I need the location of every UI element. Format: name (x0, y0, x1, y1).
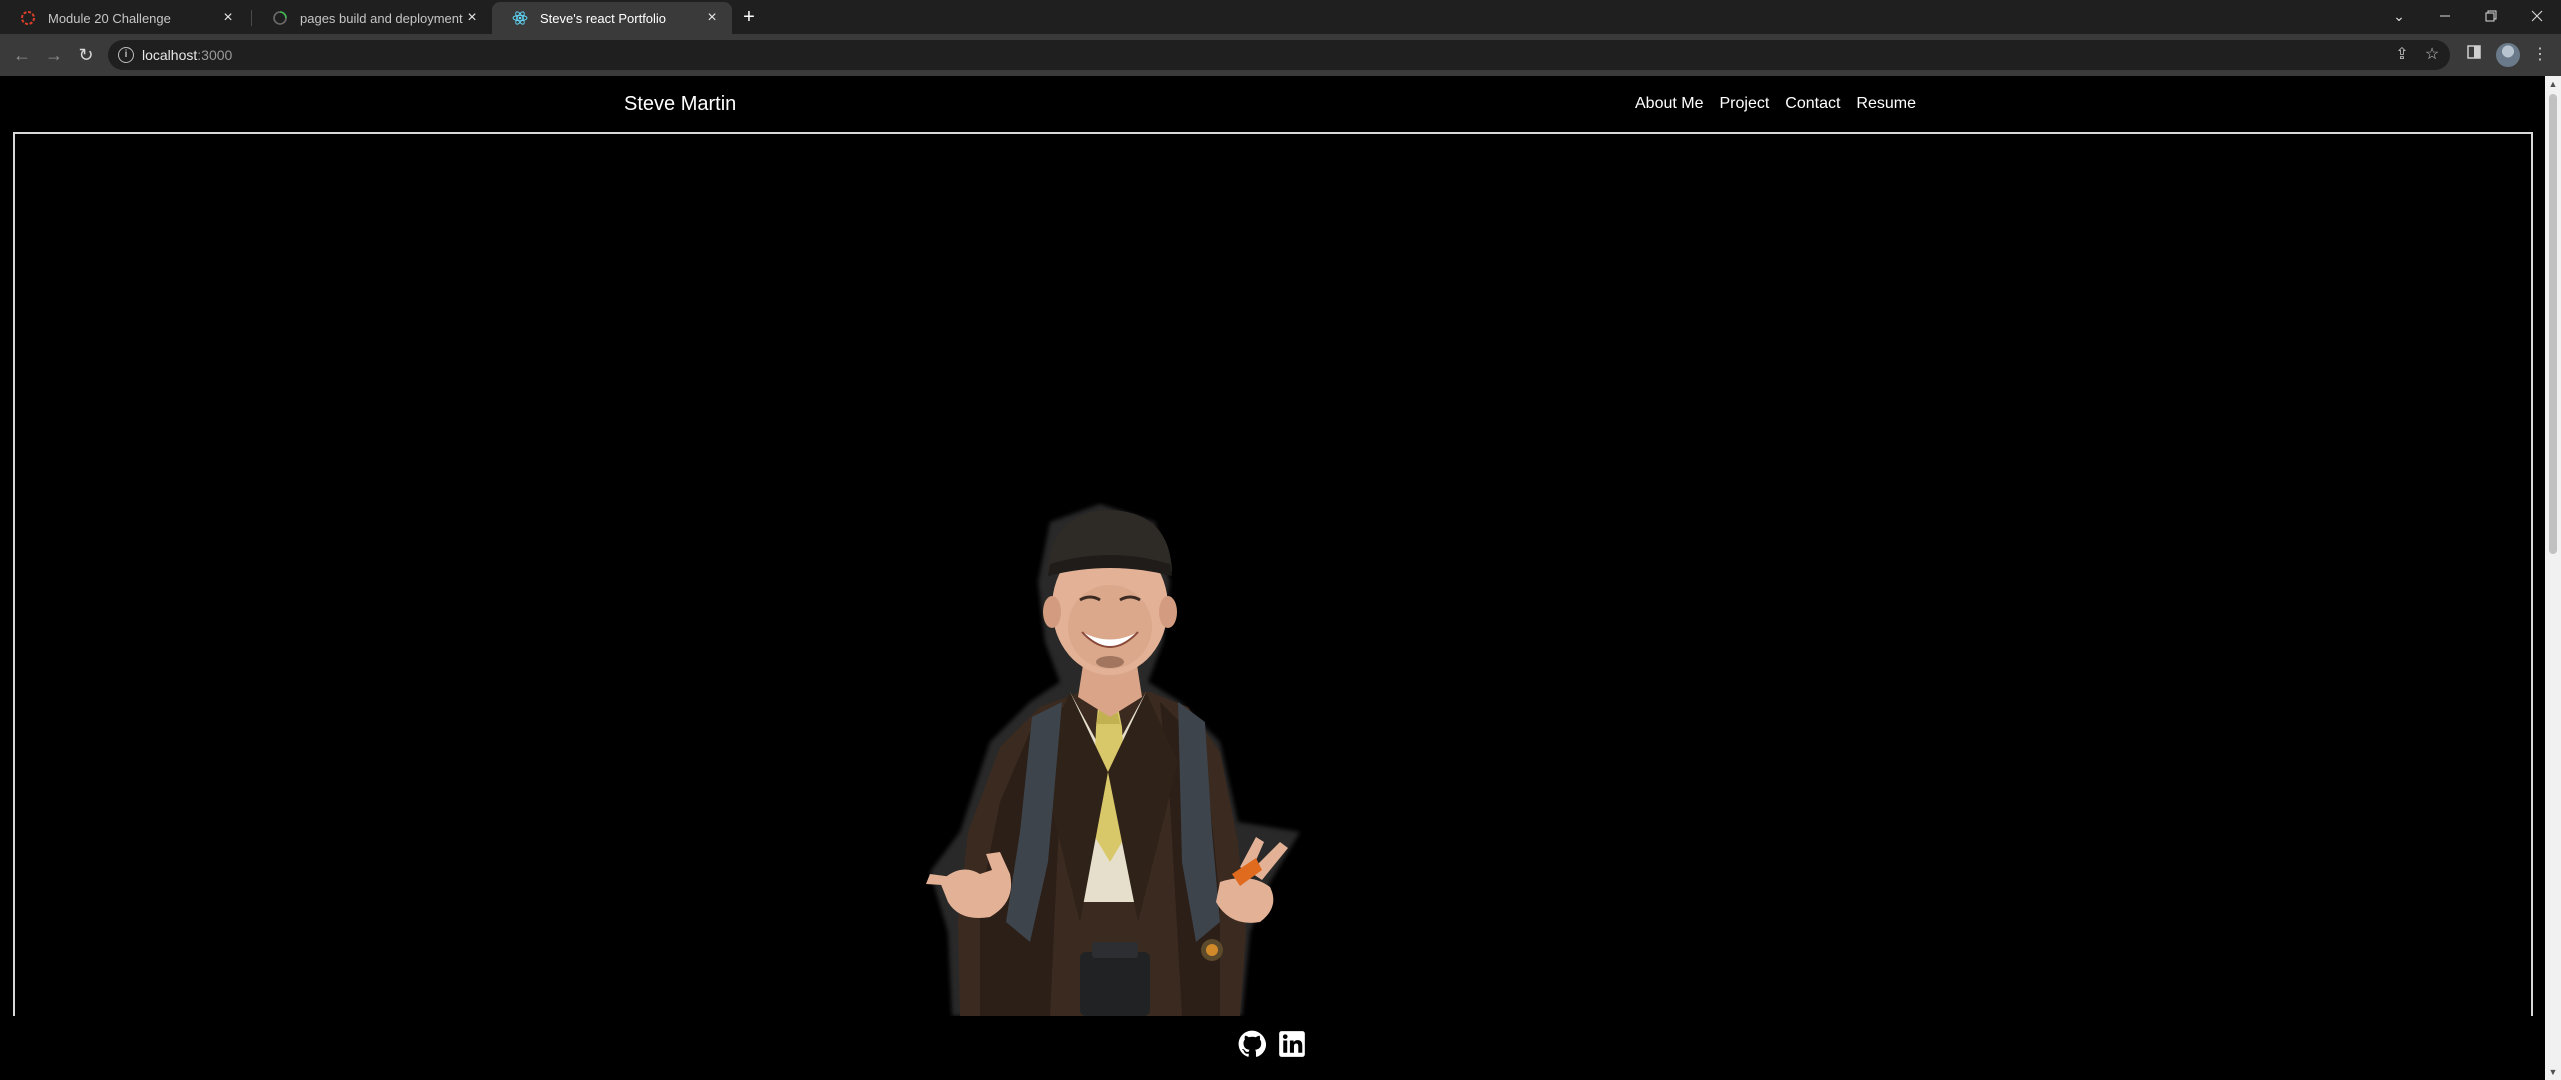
close-tab-icon[interactable]: × (464, 10, 480, 26)
profile-avatar[interactable] (2496, 43, 2520, 67)
vertical-scrollbar[interactable]: ▲ ▼ (2545, 76, 2561, 1080)
nav-resume[interactable]: Resume (1856, 95, 1916, 113)
site-header: Steve Martin About Me Project Contact Re… (0, 76, 2545, 132)
react-icon (512, 11, 528, 25)
tab-title: pages build and deployment · W (300, 10, 464, 26)
tab-search-icon[interactable]: ⌄ (2376, 0, 2422, 32)
nav-project[interactable]: Project (1719, 95, 1769, 113)
tab-steves-react-portfolio[interactable]: Steve's react Portfolio × (492, 2, 732, 34)
tab-module-20-challenge[interactable]: Module 20 Challenge × (0, 2, 248, 34)
tab-title: Module 20 Challenge (48, 10, 171, 26)
nav-about-me[interactable]: About Me (1635, 95, 1703, 113)
scroll-down-arrow-icon[interactable]: ▼ (2545, 1064, 2561, 1080)
new-tab-button[interactable]: + (736, 4, 762, 30)
side-panel-icon[interactable] (2462, 43, 2486, 67)
close-tab-icon[interactable]: × (220, 10, 236, 26)
tab-title: Steve's react Portfolio (540, 10, 667, 26)
scroll-up-arrow-icon[interactable]: ▲ (2545, 76, 2561, 92)
spinner-icon (21, 11, 35, 25)
reload-icon[interactable]: ↻ (74, 43, 98, 67)
profile-photo (926, 504, 1300, 1016)
main-nav: About Me Project Contact Resume (1635, 95, 1916, 113)
tab-pages-build[interactable]: pages build and deployment · W × (252, 2, 492, 34)
site-info-icon[interactable]: i (118, 47, 134, 63)
menu-kebab-icon[interactable]: ⋮ (2528, 43, 2552, 67)
site-footer (0, 1016, 2545, 1080)
url-host: localhost (142, 47, 198, 63)
bookmark-star-icon[interactable]: ☆ (2422, 45, 2442, 65)
linkedin-icon[interactable] (1278, 1030, 1306, 1058)
share-icon[interactable]: ⇪ (2392, 45, 2412, 65)
github-icon[interactable] (1238, 1030, 1266, 1058)
scrollbar-thumb[interactable] (2549, 94, 2557, 554)
browser-tab-strip: Module 20 Challenge × pages build and de… (0, 0, 2561, 34)
url-port: :3000 (197, 47, 233, 63)
close-window-icon[interactable] (2514, 0, 2560, 32)
nav-contact[interactable]: Contact (1785, 95, 1840, 113)
address-bar[interactable]: i localhost:3000 ⇪ ☆ (108, 40, 2450, 70)
browser-toolbar: ← → ↻ i localhost:3000 ⇪ ☆ ⋮ (0, 34, 2561, 76)
back-arrow-icon[interactable]: ← (10, 43, 34, 67)
minimize-icon[interactable] (2422, 0, 2468, 32)
site-brand[interactable]: Steve Martin (624, 93, 736, 116)
loading-icon (273, 11, 287, 25)
close-tab-icon[interactable]: × (704, 10, 720, 26)
restore-icon[interactable] (2468, 0, 2514, 32)
url-text[interactable]: localhost:3000 (142, 47, 232, 63)
page-viewport: Steve Martin About Me Project Contact Re… (0, 76, 2561, 1080)
forward-arrow-icon[interactable]: → (42, 43, 66, 67)
